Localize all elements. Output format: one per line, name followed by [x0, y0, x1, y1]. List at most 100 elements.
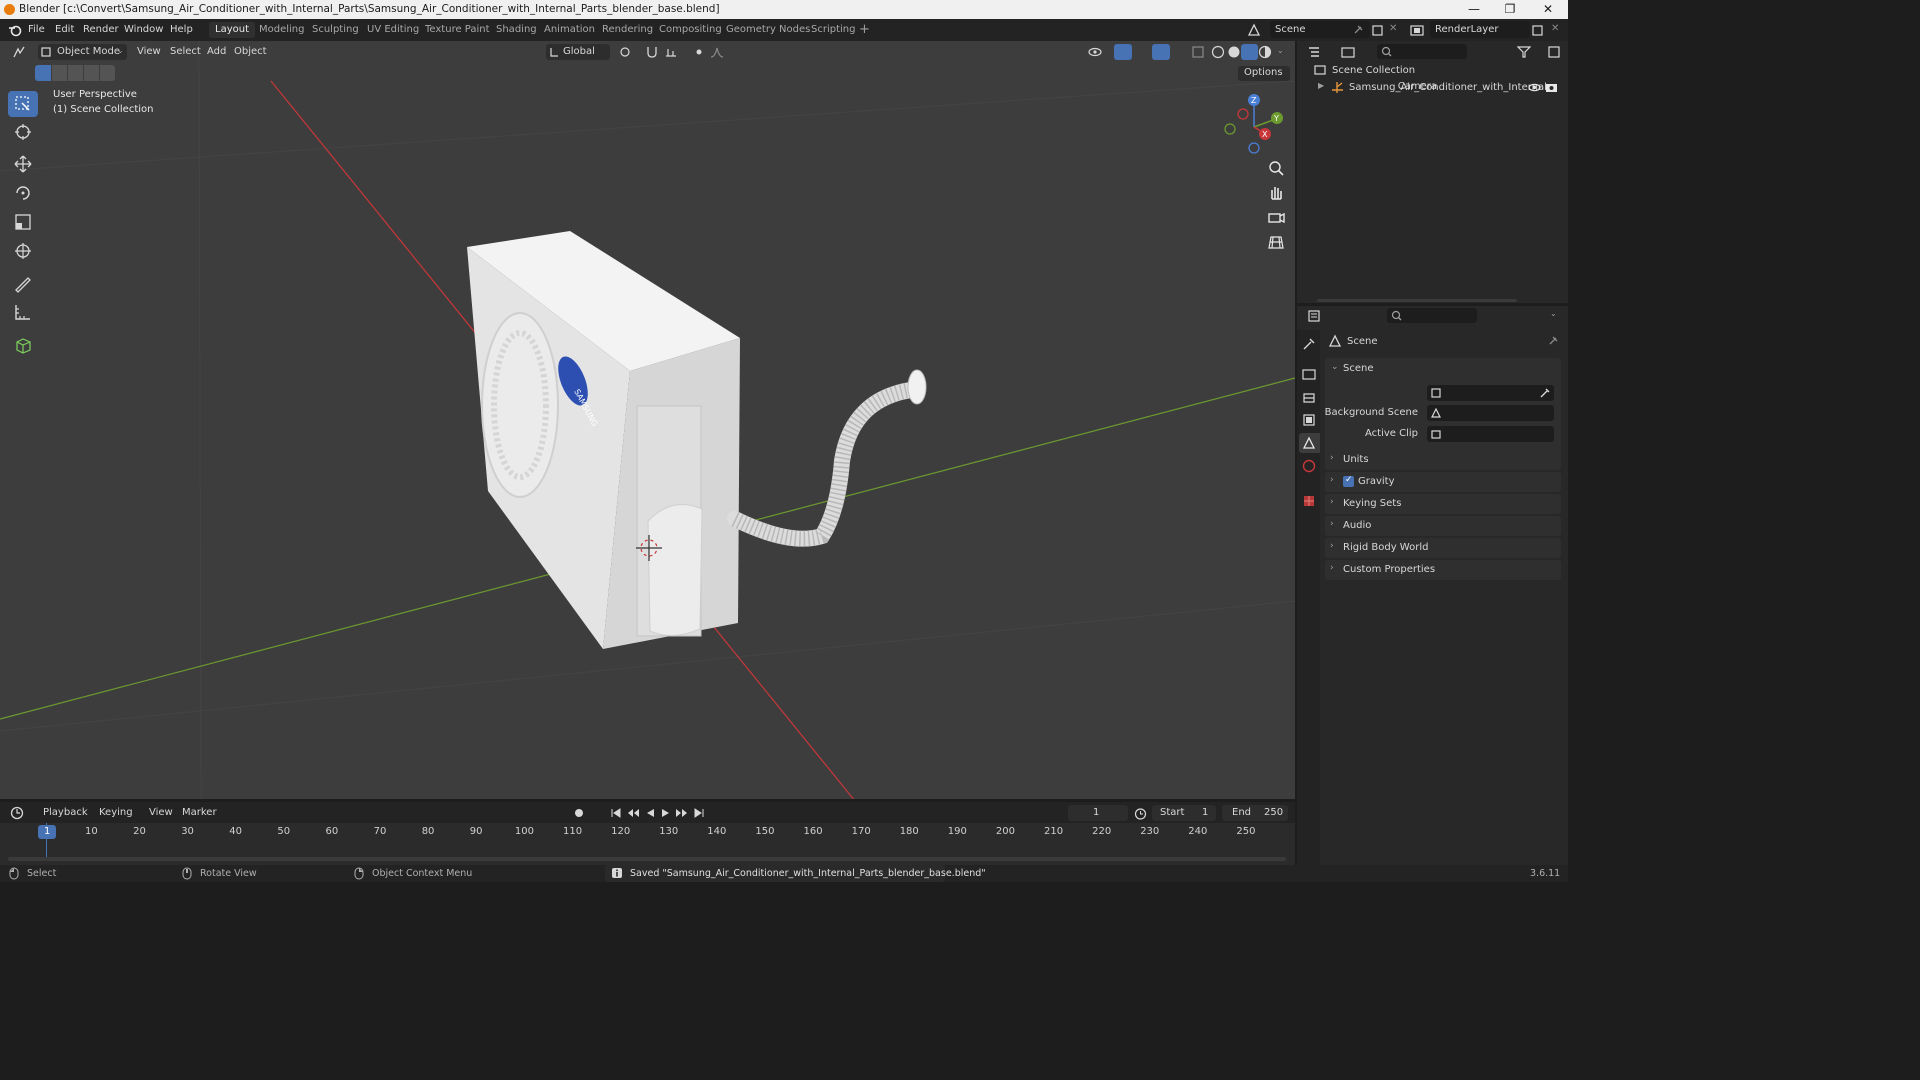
- snap-target-icon[interactable]: [664, 45, 678, 59]
- outliner-scrollbar[interactable]: [1317, 299, 1517, 302]
- keying-sets-section[interactable]: › Keying Sets: [1325, 494, 1561, 514]
- filter-icon[interactable]: [1517, 45, 1531, 59]
- workspace-tab-geometry-nodes[interactable]: Geometry Nodes: [720, 22, 816, 38]
- display-mode-icon[interactable]: [1341, 45, 1355, 59]
- timeline-scrollbar[interactable]: [8, 857, 1286, 861]
- expand-arrow-icon[interactable]: ▶: [1318, 81, 1324, 90]
- workspace-tab-sculpting[interactable]: Sculpting: [306, 22, 365, 38]
- pivot-point-icon[interactable]: [618, 45, 632, 59]
- zoom-view-button[interactable]: [1266, 158, 1286, 178]
- workspace-tab-scripting[interactable]: Scripting: [805, 22, 861, 38]
- eye-icon[interactable]: [1528, 81, 1541, 94]
- select-subtract-button[interactable]: [68, 65, 83, 81]
- 3d-viewport[interactable]: SAMSUNG Object Mode ⌄ View Select Add Ob…: [0, 41, 1295, 799]
- transform-orientation-selector[interactable]: Global: [546, 44, 610, 60]
- navigation-gizmo[interactable]: Z Y X: [1218, 91, 1290, 155]
- workspace-tab-shading[interactable]: Shading: [490, 22, 543, 38]
- outliner-editor-icon[interactable]: [1307, 45, 1321, 59]
- visibility-icon[interactable]: [1088, 45, 1102, 59]
- tool-measure[interactable]: [8, 299, 38, 325]
- custom-properties-section[interactable]: › Custom Properties: [1325, 560, 1561, 580]
- scene-panel-title[interactable]: Scene: [1343, 363, 1374, 374]
- workspace-tab-rendering[interactable]: Rendering: [596, 22, 659, 38]
- workspace-tab-layout[interactable]: Layout: [209, 22, 255, 38]
- menu-select[interactable]: Select: [170, 44, 201, 60]
- menu-render[interactable]: Render: [83, 19, 119, 41]
- render-layer-icon[interactable]: [1410, 23, 1424, 37]
- new-render-layer-icon[interactable]: [1531, 23, 1545, 37]
- tool-annotate[interactable]: [8, 270, 38, 296]
- pin-icon[interactable]: [1547, 335, 1559, 347]
- rendered-shading-icon[interactable]: [1258, 45, 1272, 59]
- rigid-body-world-section[interactable]: › Rigid Body World: [1325, 538, 1561, 558]
- tool-tab-icon[interactable]: [1302, 337, 1316, 351]
- select-intersect-button[interactable]: [100, 65, 115, 81]
- xray-icon[interactable]: [1191, 45, 1205, 59]
- wireframe-shading-icon[interactable]: [1211, 45, 1225, 59]
- workspace-tab-compositing[interactable]: Compositing: [653, 22, 728, 38]
- audio-section[interactable]: › Audio: [1325, 516, 1561, 536]
- menu-file[interactable]: File: [28, 19, 45, 41]
- menu-window[interactable]: Window: [124, 19, 163, 41]
- outliner-search-input[interactable]: [1377, 44, 1467, 59]
- overlay-toggle-button[interactable]: [1152, 44, 1170, 60]
- add-workspace-button[interactable]: +: [859, 19, 870, 41]
- camera-view-button[interactable]: [1266, 207, 1286, 227]
- world-tab-icon[interactable]: [1302, 459, 1316, 473]
- menu-add[interactable]: Add: [207, 44, 226, 60]
- menu-view[interactable]: View: [137, 44, 161, 60]
- delete-render-layer-icon[interactable]: ✕: [1551, 23, 1559, 34]
- tool-move[interactable]: [8, 151, 38, 177]
- active-clip-field[interactable]: [1427, 426, 1554, 442]
- workspace-tab-texture-paint[interactable]: Texture Paint: [419, 22, 496, 38]
- material-preview-shading-button[interactable]: [1241, 44, 1258, 60]
- view-layer-tab-icon[interactable]: [1302, 413, 1316, 427]
- options-button[interactable]: Options: [1238, 66, 1290, 81]
- mode-selector[interactable]: Object Mode ⌄: [38, 44, 127, 60]
- tool-cursor[interactable]: [8, 119, 38, 145]
- properties-search-input[interactable]: [1387, 308, 1477, 323]
- ortho-view-button[interactable]: [1266, 232, 1286, 252]
- tool-add-cube[interactable]: [8, 332, 38, 358]
- scene-tab-icon[interactable]: [1302, 436, 1316, 450]
- camera-render-icon[interactable]: [1545, 81, 1558, 94]
- menu-edit[interactable]: Edit: [55, 19, 74, 41]
- select-new-button[interactable]: [35, 65, 51, 81]
- proportional-editing-icon[interactable]: [692, 45, 706, 59]
- render-layer-selector[interactable]: RenderLayer: [1430, 21, 1530, 38]
- render-tab-icon[interactable]: [1302, 367, 1316, 381]
- tool-rotate[interactable]: [8, 180, 38, 206]
- units-section[interactable]: › Units: [1325, 450, 1561, 470]
- pan-view-button[interactable]: [1266, 182, 1286, 202]
- scene-panel-chevron-icon[interactable]: ⌄: [1331, 362, 1339, 372]
- new-collection-icon[interactable]: [1547, 45, 1561, 59]
- minimize-button[interactable]: —: [1456, 0, 1492, 19]
- falloff-icon[interactable]: [710, 45, 724, 59]
- eyedropper-icon[interactable]: [1539, 387, 1551, 399]
- menu-help[interactable]: Help: [170, 19, 193, 41]
- editor-type-icon[interactable]: [12, 45, 26, 59]
- snap-icon[interactable]: [645, 45, 659, 59]
- camera-field[interactable]: [1427, 385, 1554, 401]
- texture-tab-icon[interactable]: [1302, 494, 1316, 508]
- background-scene-field[interactable]: [1427, 405, 1554, 421]
- select-extend-button[interactable]: [52, 65, 67, 81]
- tool-select-box[interactable]: [8, 91, 38, 117]
- scene-collection-label[interactable]: Scene Collection: [1332, 65, 1415, 76]
- pin-icon[interactable]: [1352, 24, 1364, 36]
- output-tab-icon[interactable]: [1302, 390, 1316, 404]
- frame-ruler[interactable]: 10 20 30 40 50 60 70 80 90 100 110 120 130 140 150 160 1…: [0, 802, 1295, 865]
- properties-options-chevron-icon[interactable]: ⌄: [1550, 309, 1557, 318]
- close-button[interactable]: ✕: [1530, 0, 1566, 19]
- maximize-button[interactable]: ❐: [1492, 0, 1528, 19]
- shading-options-chevron-icon[interactable]: ⌄: [1277, 46, 1284, 55]
- select-invert-button[interactable]: [84, 65, 99, 81]
- workspace-tab-animation[interactable]: Animation: [538, 22, 601, 38]
- scene-icon[interactable]: [1247, 23, 1261, 37]
- delete-scene-icon[interactable]: ✕: [1389, 23, 1397, 34]
- blender-menu-icon[interactable]: [8, 23, 22, 37]
- workspace-tab-modeling[interactable]: Modeling: [253, 22, 311, 38]
- properties-editor-icon[interactable]: [1307, 309, 1321, 323]
- menu-object[interactable]: Object: [234, 44, 267, 60]
- gravity-section[interactable]: › ✓ Gravity: [1325, 472, 1561, 492]
